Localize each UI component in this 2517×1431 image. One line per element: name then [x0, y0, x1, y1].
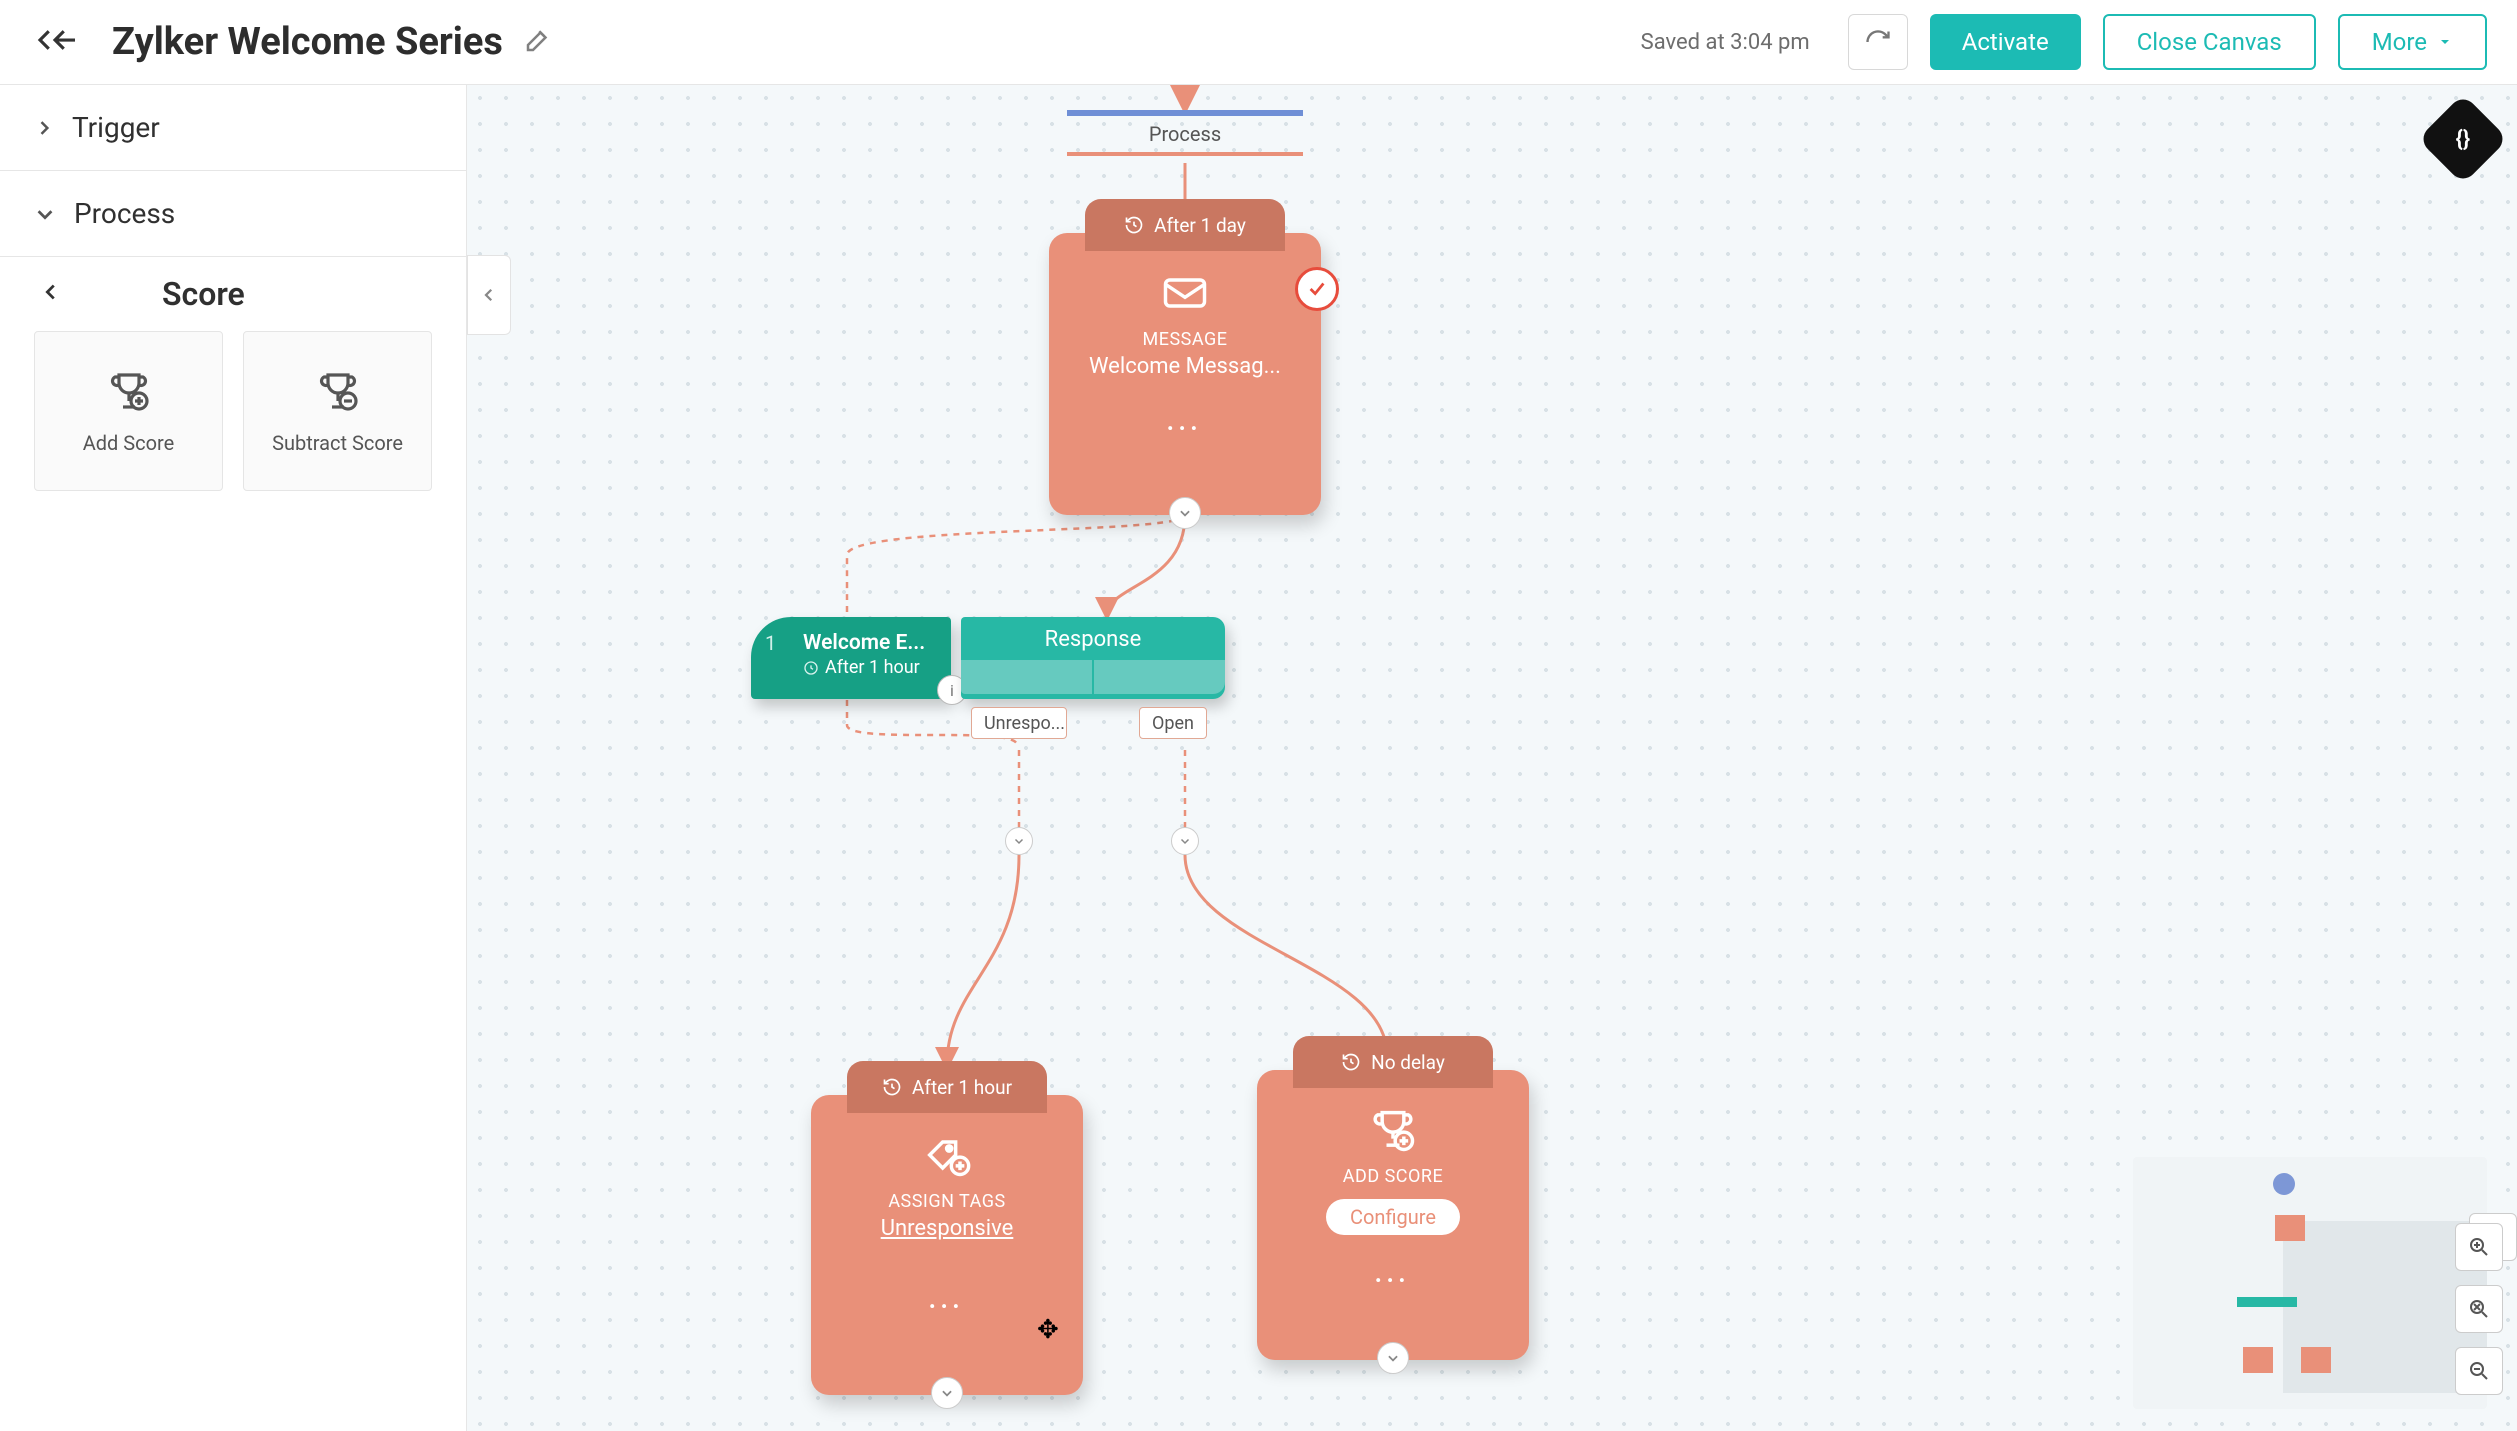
node-add-score[interactable]: No delay ADD SCORE Configure ••• — [1257, 1070, 1529, 1360]
edit-title-button[interactable] — [523, 25, 553, 59]
close-canvas-label: Close Canvas — [2137, 28, 2282, 56]
canvas[interactable]: {} Process — [467, 85, 2517, 1431]
sidebar-section-process[interactable]: Process — [0, 171, 466, 257]
node-tags-value: Unresponsive — [811, 1216, 1083, 1241]
zoom-in-button[interactable] — [2455, 1223, 2503, 1271]
minimap-entry-dot — [2273, 1173, 2295, 1195]
clock-icon — [803, 660, 819, 676]
zoom-in-icon — [2467, 1235, 2491, 1259]
split-response[interactable]: Response — [961, 617, 1225, 699]
palette-add-score-label: Add Score — [83, 431, 175, 455]
node-message-type: MESSAGE — [1049, 329, 1321, 350]
branch-label-unresponded[interactable]: Unrespo... — [971, 707, 1067, 739]
node-score-out-port[interactable] — [1377, 1342, 1409, 1374]
header-actions: Saved at 3:04 pm Activate Close Canvas M… — [1641, 14, 2487, 70]
minimap[interactable] — [2133, 1157, 2487, 1409]
node-assign-tags[interactable]: After 1 hour ASSIGN TAGS Unresponsive ••… — [811, 1095, 1083, 1395]
node-message-out-port[interactable] — [1169, 497, 1201, 529]
move-cursor-icon: ✥ — [1037, 1315, 1059, 1345]
trophy-plus-icon — [105, 367, 153, 415]
node-tags-type: ASSIGN TAGS — [811, 1191, 1083, 1212]
node-score-menu[interactable]: ••• — [1257, 1271, 1529, 1290]
chevron-down-icon — [34, 203, 56, 225]
chevron-right-icon — [34, 118, 54, 138]
palette-subtract-score-label: Subtract Score — [272, 431, 403, 455]
split-criteria[interactable]: 1 Welcome E... After 1 hour — [751, 617, 951, 699]
activate-button[interactable]: Activate — [1930, 14, 2081, 70]
save-status: Saved at 3:04 pm — [1641, 30, 1810, 55]
history-icon — [1341, 1052, 1361, 1072]
zoom-out-icon — [2467, 1359, 2491, 1383]
more-label: More — [2372, 28, 2427, 56]
node-tags-delay-label: After 1 hour — [912, 1076, 1012, 1099]
node-message-delay-label: After 1 day — [1154, 214, 1246, 237]
split-index: 1 — [765, 631, 776, 655]
minimap-node — [2243, 1347, 2273, 1373]
history-icon — [882, 1077, 902, 1097]
palette-subtract-score[interactable]: Subtract Score — [243, 331, 432, 491]
node-score-delay[interactable]: No delay — [1293, 1036, 1493, 1088]
score-subheader: Score — [0, 257, 466, 331]
trophy-plus-icon — [1257, 1104, 1529, 1160]
minimap-split — [2237, 1297, 2297, 1307]
sidebar: Trigger Process Score Add Score Subtract… — [0, 85, 467, 1431]
tag-plus-icon — [811, 1129, 1083, 1185]
node-score-type: ADD SCORE — [1257, 1166, 1529, 1187]
branch-label-open[interactable]: Open — [1139, 707, 1207, 739]
branch-port-open[interactable] — [1171, 827, 1199, 855]
split-leg-open[interactable] — [1094, 660, 1225, 694]
check-icon — [1306, 278, 1328, 300]
zoom-reset-icon — [2467, 1297, 2491, 1321]
back-arrow-line-icon — [48, 25, 82, 59]
chevron-down-icon — [2437, 34, 2453, 50]
split-leg-unresponded[interactable] — [961, 660, 1094, 694]
node-score-delay-label: No delay — [1371, 1051, 1445, 1074]
trophy-minus-icon — [314, 367, 362, 415]
node-tags-delay[interactable]: After 1 hour — [847, 1061, 1047, 1113]
more-button[interactable]: More — [2338, 14, 2487, 70]
node-status-badge[interactable] — [1295, 267, 1339, 311]
refresh-button[interactable] — [1848, 14, 1908, 70]
history-icon — [1124, 215, 1144, 235]
branch-port-unresponded[interactable] — [1005, 827, 1033, 855]
split-criteria-time: After 1 hour — [803, 657, 935, 678]
node-tags-out-port[interactable] — [931, 1377, 963, 1409]
close-canvas-button[interactable]: Close Canvas — [2103, 14, 2316, 70]
node-score-configure[interactable]: Configure — [1326, 1199, 1460, 1235]
node-message-subject: Welcome Messag... — [1049, 354, 1321, 379]
split-criteria-title: Welcome E... — [803, 631, 935, 655]
split-response-label: Response — [961, 617, 1225, 652]
trigger-label: Trigger — [72, 111, 160, 144]
process-label: Process — [74, 197, 175, 230]
node-message[interactable]: After 1 day MESSAGE Welcome Messag... ••… — [1049, 233, 1321, 515]
split-legs — [961, 660, 1225, 694]
score-title: Score — [162, 275, 245, 313]
palette-add-score[interactable]: Add Score — [34, 331, 223, 491]
mail-icon — [1049, 267, 1321, 323]
component-palette: Add Score Subtract Score — [0, 331, 466, 491]
process-entry-label: Process — [1067, 116, 1303, 152]
score-back-button[interactable] — [40, 281, 62, 307]
zoom-controls — [2455, 1223, 2503, 1395]
split-criteria-time-label: After 1 hour — [825, 657, 920, 678]
process-entry[interactable]: Process — [1067, 110, 1303, 156]
app-header: Zylker Welcome Series Saved at 3:04 pm A… — [0, 0, 2517, 85]
zoom-out-button[interactable] — [2455, 1347, 2503, 1395]
activate-label: Activate — [1962, 28, 2049, 56]
minimap-node — [2275, 1215, 2305, 1241]
node-message-menu[interactable]: ••• — [1049, 419, 1321, 438]
workflow-title: Zylker Welcome Series — [112, 20, 503, 64]
node-message-delay[interactable]: After 1 day — [1085, 199, 1285, 251]
zoom-reset-button[interactable] — [2455, 1285, 2503, 1333]
sidebar-section-trigger[interactable]: Trigger — [0, 85, 466, 171]
minimap-node — [2301, 1347, 2331, 1373]
node-tags-menu[interactable]: ••• — [811, 1297, 1083, 1316]
process-bottom-line — [1067, 152, 1303, 156]
